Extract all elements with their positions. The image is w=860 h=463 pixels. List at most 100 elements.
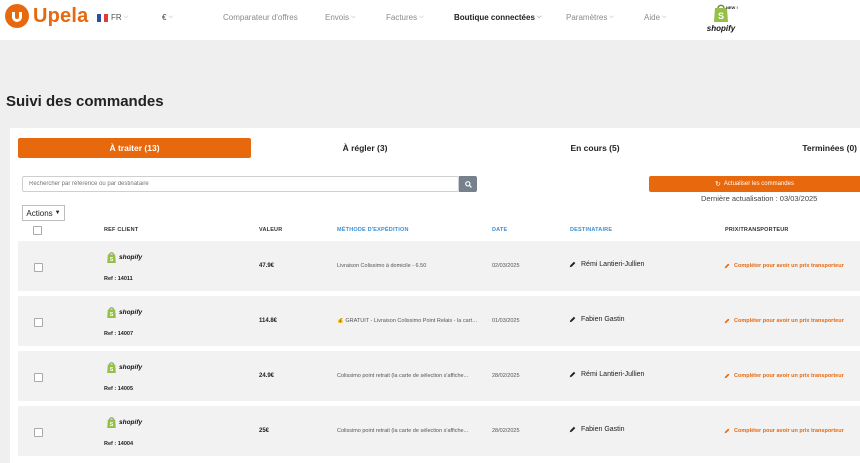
chevron-down-icon: ⌵: [168, 14, 174, 20]
order-ref: Ref : 14004: [104, 441, 134, 447]
page-title: Suivi des commandes: [6, 93, 164, 110]
recipient-name: Rémi Lantieri-Jullien: [581, 261, 645, 268]
header-methode[interactable]: MÉTHODE D'EXPÉDITION: [337, 227, 409, 233]
chevron-down-icon: ⌵: [662, 14, 667, 20]
currency-label: €: [162, 13, 167, 22]
nav-aide[interactable]: Aide ⌵: [644, 13, 667, 22]
search-input[interactable]: [22, 176, 459, 192]
pencil-icon: [724, 428, 730, 434]
shipping-method: Colissimo point retrait (la carte de sél…: [337, 373, 469, 379]
order-date: 01/03/2025: [492, 318, 520, 324]
language-selector[interactable]: FR ⌵: [97, 13, 128, 22]
table-row[interactable]: S shopify Ref : 14011 47.9€ Livraison Co…: [18, 241, 860, 291]
recipient-name: Fabien Gastin: [581, 316, 625, 323]
svg-text:S: S: [110, 257, 114, 263]
order-ref: Ref : 14005: [104, 386, 134, 392]
tab-en-cours[interactable]: En cours (5): [480, 138, 710, 158]
price-label: Compléter pour avoir un prix transporteu…: [734, 318, 844, 324]
row-checkbox[interactable]: [34, 373, 43, 382]
nav-envois[interactable]: Envois ⌵: [325, 13, 356, 22]
complete-price-link[interactable]: Compléter pour avoir un prix transporteu…: [724, 263, 844, 269]
order-value: 47.9€: [259, 263, 275, 269]
pencil-icon: [569, 316, 576, 323]
header-date[interactable]: DATE: [492, 227, 507, 233]
order-value: 24.9€: [259, 373, 275, 379]
pencil-icon: [569, 261, 576, 268]
row-checkbox[interactable]: [34, 263, 43, 272]
shop-logo: S shopify: [106, 361, 142, 374]
shopify-app-link[interactable]: S NEW ! shopify: [704, 3, 738, 33]
recipient-name: Fabien Gastin: [581, 426, 625, 433]
brand-name: Upela: [33, 4, 89, 27]
table-row[interactable]: S shopify Ref : 14007 114.8€ 💰 GRATUIT -…: [18, 296, 860, 346]
tab-a-traiter[interactable]: À traiter (13): [18, 138, 251, 158]
currency-selector[interactable]: € ⌵: [162, 13, 173, 22]
svg-text:S: S: [718, 11, 724, 21]
header-prix-transporteur: PRIX/TRANSPORTEUR: [725, 227, 789, 233]
shop-logo: S shopify: [106, 416, 142, 429]
price-label: Compléter pour avoir un prix transporteu…: [734, 373, 844, 379]
table-row[interactable]: S shopify Ref : 14004 25€ Colissimo poin…: [18, 406, 860, 456]
upela-logo[interactable]: Upela: [5, 4, 88, 28]
pencil-icon: [724, 318, 730, 324]
tab-terminees[interactable]: Terminées (0): [760, 138, 860, 158]
shipping-method: 💰 GRATUIT - Livraison Colissimo Point Re…: [337, 318, 478, 324]
complete-price-link[interactable]: Compléter pour avoir un prix transporteu…: [724, 318, 844, 324]
row-checkbox[interactable]: [34, 428, 43, 437]
search-button[interactable]: [459, 176, 477, 192]
chevron-down-icon: ⌵: [351, 14, 356, 20]
tab-a-regler[interactable]: À régler (3): [250, 138, 480, 158]
select-all-checkbox[interactable]: [33, 226, 42, 235]
top-navigation-bar: Upela FR ⌵ € ⌵ Comparateur d'offres Envo…: [0, 0, 860, 40]
svg-text:S: S: [110, 367, 114, 373]
table-row[interactable]: S shopify Ref : 14005 24.9€ Colissimo po…: [18, 351, 860, 401]
new-badge: NEW !: [726, 5, 738, 10]
last-update-text: Dernière actualisation : 03/03/2025: [701, 194, 818, 203]
pencil-icon: [569, 426, 576, 433]
nav-label: Boutique connectées: [454, 13, 535, 22]
shop-logo: S shopify: [106, 306, 142, 319]
row-checkbox[interactable]: [34, 318, 43, 327]
recipient[interactable]: Rémi Lantieri-Jullien: [569, 371, 644, 378]
nav-parametres[interactable]: Paramètres ⌵: [566, 13, 614, 22]
upela-logo-icon: [5, 4, 29, 28]
refresh-orders-button[interactable]: ↻ Actualiser les commandes: [649, 176, 860, 192]
nav-label: Envois: [325, 13, 350, 22]
shop-name: shopify: [119, 364, 143, 371]
header-valeur: VALEUR: [259, 227, 283, 233]
recipient[interactable]: Fabien Gastin: [569, 426, 625, 433]
nav-label: Comparateur d'offres: [223, 13, 298, 22]
order-ref: Ref : 14007: [104, 331, 134, 337]
shopify-bag-icon: S: [107, 252, 116, 263]
nav-label: Aide: [644, 13, 661, 22]
actions-label: Actions: [26, 208, 53, 218]
shop-name: shopify: [119, 419, 143, 426]
price-label: Compléter pour avoir un prix transporteu…: [734, 263, 844, 269]
pencil-icon: [724, 263, 730, 269]
shopify-wordmark: shopify: [706, 24, 736, 33]
language-label: FR: [111, 13, 122, 22]
recipient[interactable]: Fabien Gastin: [569, 316, 625, 323]
shipping-method: Colissimo point retrait (la carte de sél…: [337, 428, 469, 434]
nav-boutique-connectees[interactable]: Boutique connectées ⌵: [454, 13, 541, 22]
nav-label: Paramètres: [566, 13, 608, 22]
order-date: 28/02/2025: [492, 428, 520, 434]
nav-label: Factures: [386, 13, 418, 22]
order-date: 02/03/2025: [492, 263, 520, 269]
shop-name: shopify: [119, 309, 143, 316]
price-label: Compléter pour avoir un prix transporteu…: [734, 428, 844, 434]
nav-comparateur[interactable]: Comparateur d'offres: [223, 13, 298, 22]
shopify-bag-icon: S: [107, 417, 116, 428]
complete-price-link[interactable]: Compléter pour avoir un prix transporteu…: [724, 428, 844, 434]
nav-factures[interactable]: Factures ⌵: [386, 13, 424, 22]
refresh-label: Actualiser les commandes: [723, 181, 794, 187]
search-icon: [464, 180, 472, 188]
order-date: 28/02/2025: [492, 373, 520, 379]
shopify-bag-icon: S: [107, 362, 116, 373]
complete-price-link[interactable]: Compléter pour avoir un prix transporteu…: [724, 373, 844, 379]
pencil-icon: [724, 373, 730, 379]
chevron-down-icon: ⌵: [419, 14, 424, 20]
recipient[interactable]: Rémi Lantieri-Jullien: [569, 261, 644, 268]
actions-dropdown[interactable]: Actions ▼: [22, 205, 65, 221]
header-destinataire[interactable]: DESTINATAIRE: [570, 227, 612, 233]
